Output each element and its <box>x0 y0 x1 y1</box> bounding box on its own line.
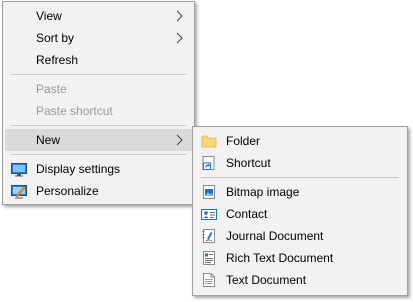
submenu-item-contact[interactable]: Contact <box>195 203 405 225</box>
menu-item-label: New <box>36 133 61 147</box>
menu-item-label: Sort by <box>36 31 75 45</box>
menu-item-label: View <box>36 9 62 23</box>
rich-text-document-icon <box>203 251 215 265</box>
submenu-item-bitmap-image[interactable]: Bitmap image <box>195 181 405 203</box>
menu-item-label: Personalize <box>36 184 99 198</box>
menu-item-label: Paste <box>36 82 67 96</box>
text-document-icon <box>203 273 215 287</box>
chevron-right-icon <box>176 134 183 146</box>
menu-item-label: Paste shortcut <box>36 104 113 118</box>
menu-item-label: Text Document <box>226 273 307 287</box>
menu-item-personalize[interactable]: Personalize <box>5 180 192 202</box>
chevron-right-icon <box>176 10 183 22</box>
menu-item-label: Display settings <box>36 162 121 176</box>
submenu-item-rich-text-document[interactable]: Rich Text Document <box>195 247 405 269</box>
personalize-icon <box>11 185 27 199</box>
new-submenu: Folder Shortcut Bitmap image Contact Jou… <box>192 126 408 296</box>
menu-separator <box>201 177 399 178</box>
submenu-item-folder[interactable]: Folder <box>195 130 405 152</box>
desktop-context-menu: View Sort by Refresh Paste Paste shortcu… <box>2 1 195 205</box>
shortcut-icon <box>202 156 215 170</box>
menu-item-label: Rich Text Document <box>226 251 334 265</box>
menu-separator <box>11 154 186 155</box>
chevron-right-icon <box>176 32 183 44</box>
menu-item-sort-by[interactable]: Sort by <box>5 27 192 49</box>
menu-item-label: Shortcut <box>226 156 271 170</box>
menu-item-display-settings[interactable]: Display settings <box>5 158 192 180</box>
menu-item-label: Contact <box>226 207 268 221</box>
menu-item-label: Refresh <box>36 53 79 67</box>
menu-item-paste-shortcut[interactable]: Paste shortcut <box>5 100 192 122</box>
menu-item-refresh[interactable]: Refresh <box>5 49 192 71</box>
menu-item-paste[interactable]: Paste <box>5 78 192 100</box>
menu-item-new[interactable]: New <box>5 129 192 151</box>
menu-separator <box>11 74 186 75</box>
menu-item-label: Bitmap image <box>226 185 300 199</box>
folder-icon <box>201 135 217 148</box>
menu-item-label: Folder <box>226 134 261 148</box>
menu-item-label: Journal Document <box>226 229 324 243</box>
journal-document-icon <box>202 229 215 243</box>
submenu-item-shortcut[interactable]: Shortcut <box>195 152 405 174</box>
contact-card-icon <box>201 209 217 220</box>
submenu-item-text-document[interactable]: Text Document <box>195 269 405 291</box>
menu-item-view[interactable]: View <box>5 5 192 27</box>
menu-separator <box>11 125 186 126</box>
display-settings-icon <box>11 163 27 177</box>
bitmap-image-icon <box>203 185 215 199</box>
submenu-item-journal-document[interactable]: Journal Document <box>195 225 405 247</box>
